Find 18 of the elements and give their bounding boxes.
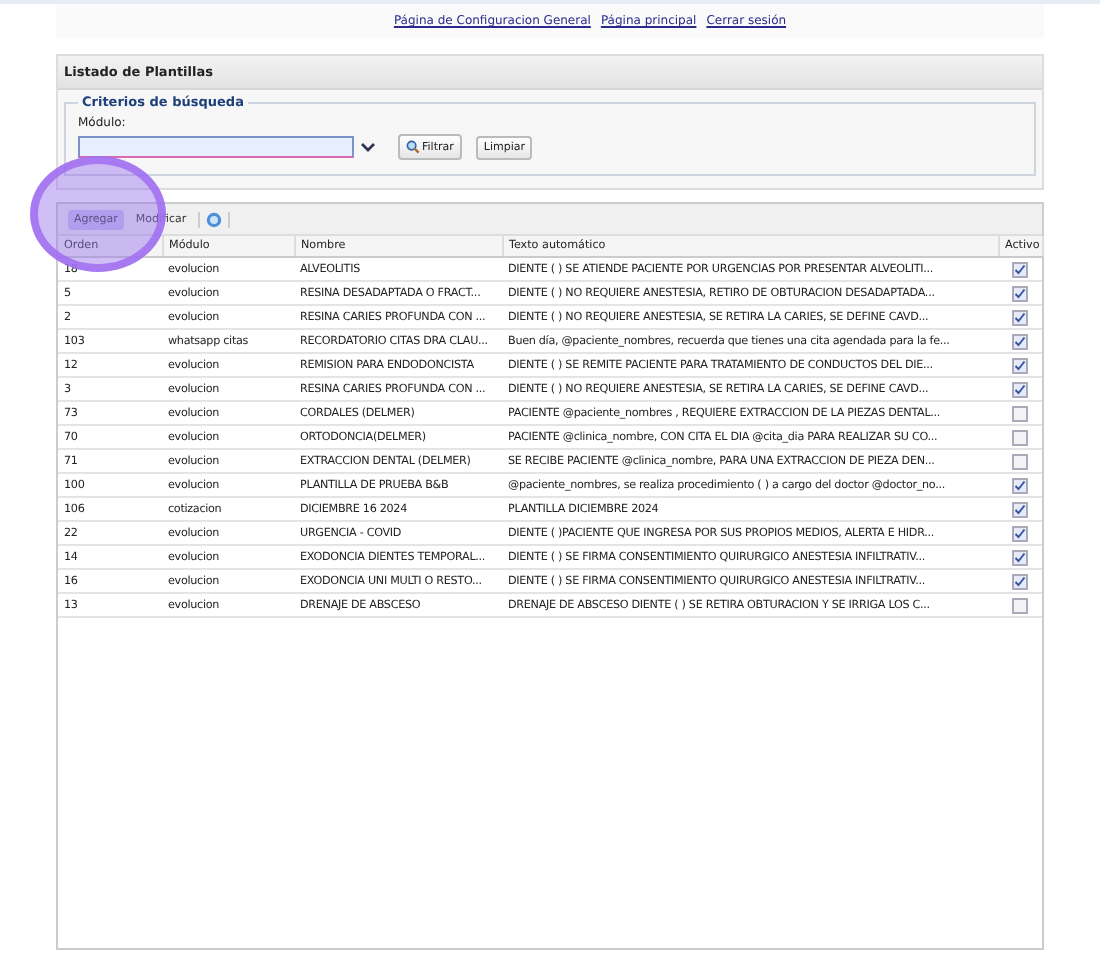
caret-icon xyxy=(360,142,376,154)
checkbox[interactable] xyxy=(1012,573,1028,589)
checkbox[interactable] xyxy=(1012,333,1028,349)
checkbox[interactable] xyxy=(1012,309,1028,325)
info-icon[interactable] xyxy=(206,211,223,227)
checkbox[interactable] xyxy=(1012,597,1028,613)
checkbox[interactable] xyxy=(1012,405,1028,421)
checkbox[interactable] xyxy=(1012,357,1028,373)
checkbox[interactable] xyxy=(1012,261,1028,277)
checkbox[interactable] xyxy=(1012,429,1028,445)
checkbox[interactable] xyxy=(1012,285,1028,301)
checkbox[interactable] xyxy=(1012,453,1028,469)
checkbox[interactable] xyxy=(1012,549,1028,565)
checkbox[interactable] xyxy=(1012,477,1028,493)
search-icon xyxy=(406,140,420,154)
checkbox[interactable] xyxy=(1012,501,1028,517)
checkbox[interactable] xyxy=(1012,381,1028,397)
checkbox[interactable] xyxy=(1012,525,1028,541)
